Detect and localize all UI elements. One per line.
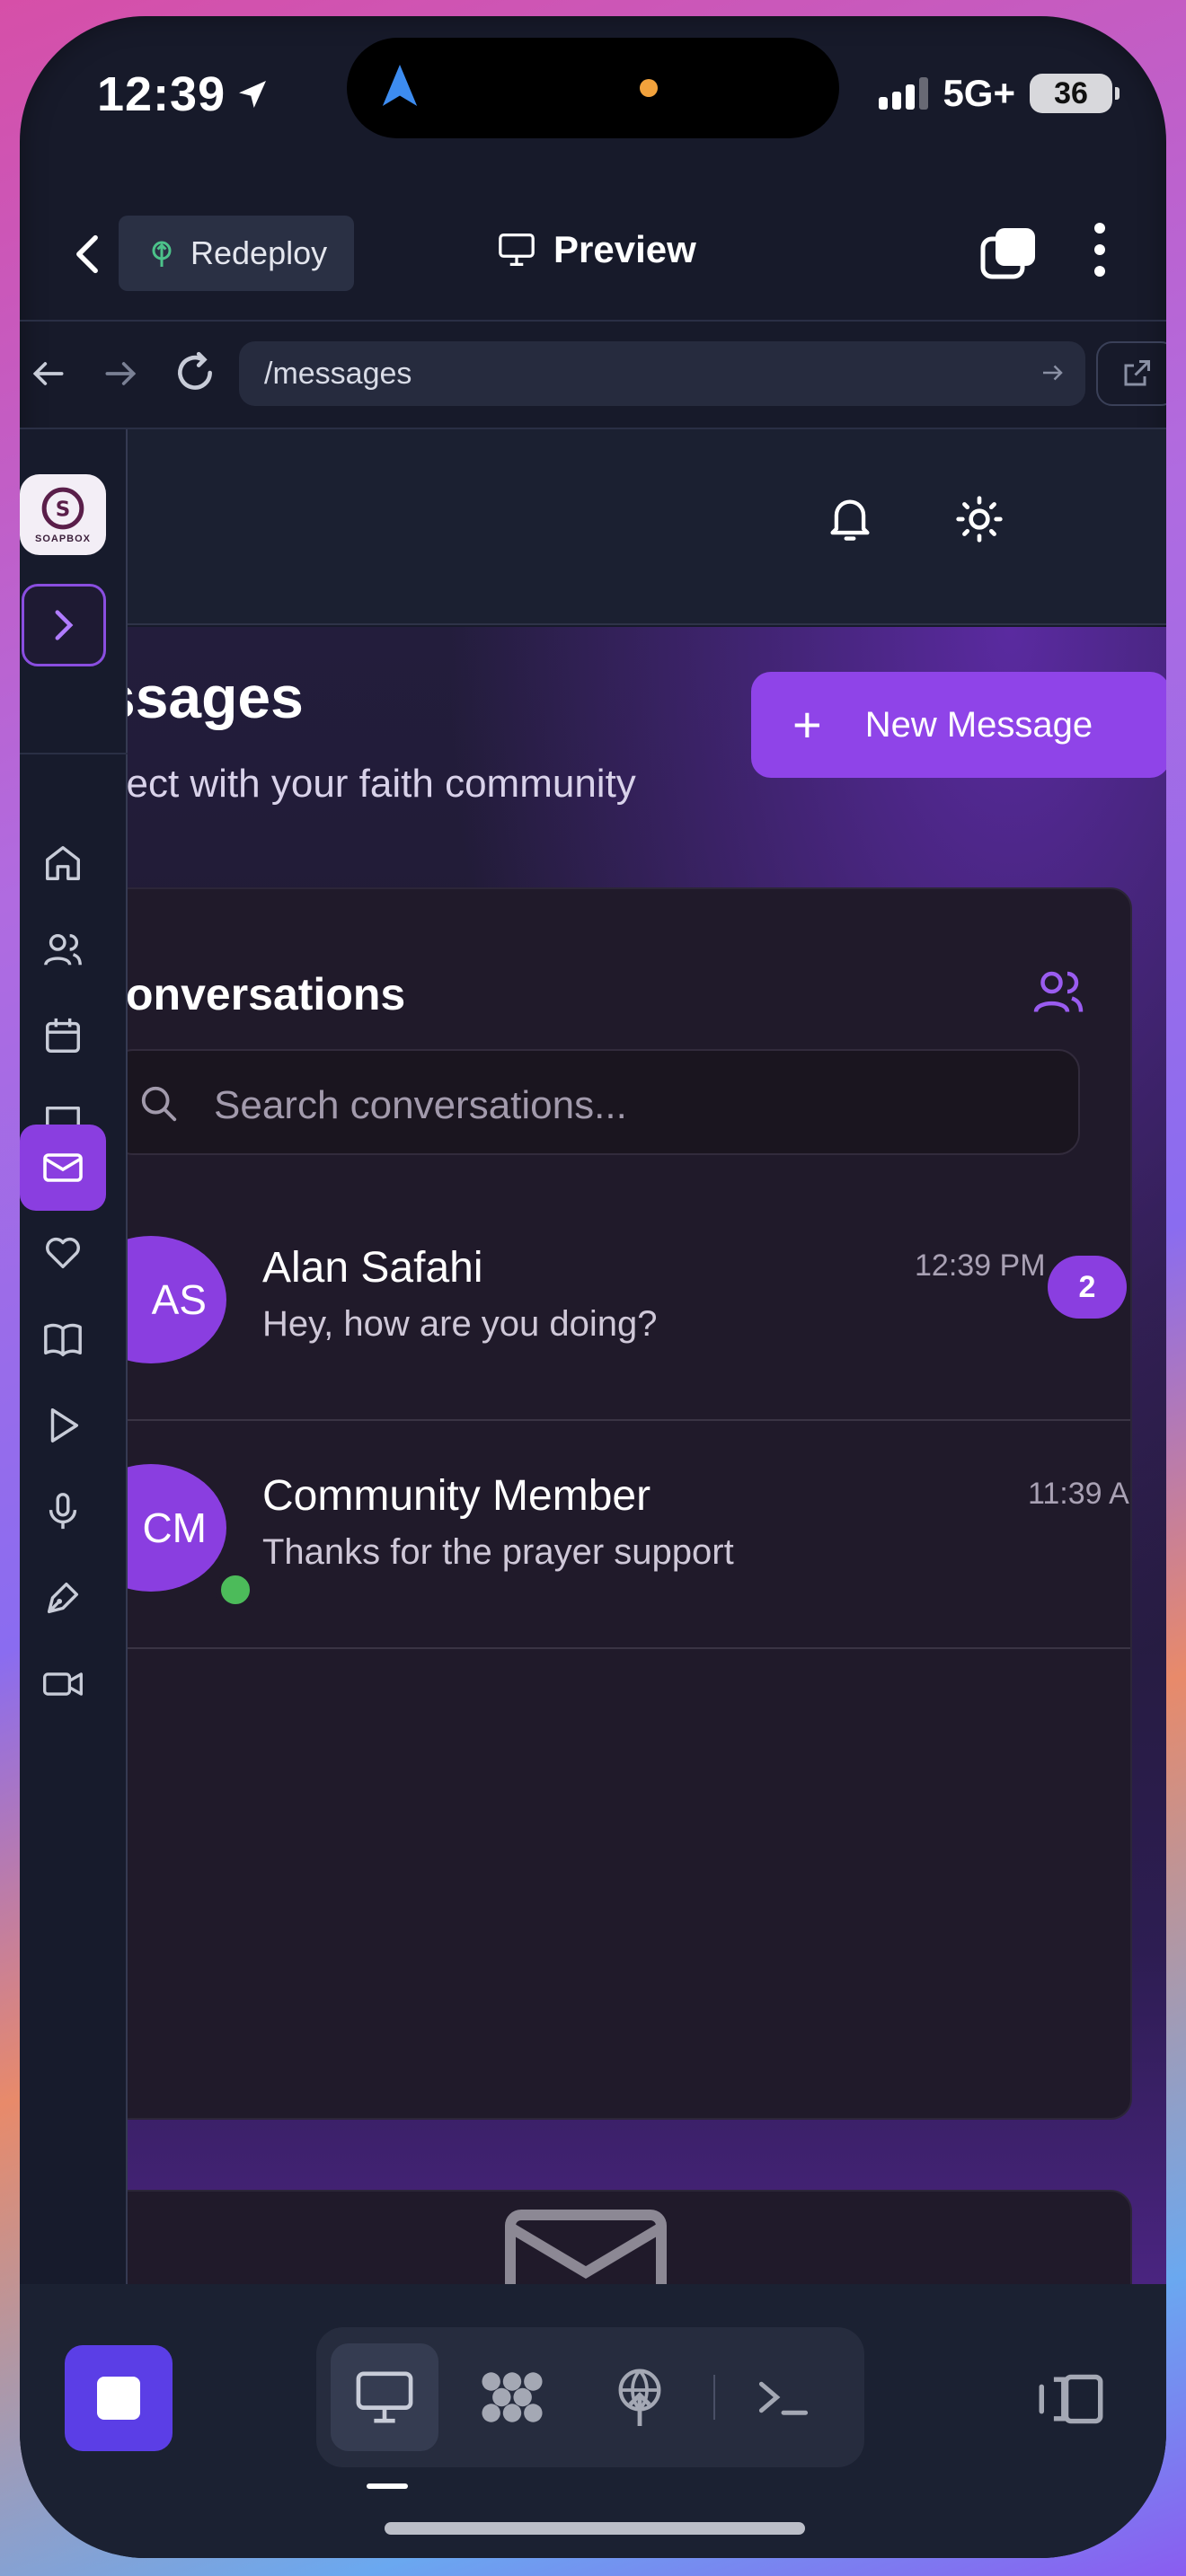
privacy-indicator: [640, 79, 658, 97]
conversation-row[interactable]: AS Alan Safahi Hey, how are you doing? 1…: [128, 1193, 1130, 1421]
url-field[interactable]: /messages: [239, 341, 1085, 406]
sidebar-divider: [20, 753, 128, 754]
bottom-toolbar: [20, 2284, 1166, 2558]
sidebar-item-home[interactable]: [20, 823, 106, 904]
status-right: 5G+ 36: [879, 72, 1120, 115]
terminal-view-button[interactable]: [730, 2343, 837, 2451]
search-icon: [141, 1086, 177, 1122]
app-header: [128, 429, 1166, 625]
online-status-indicator: [216, 1570, 255, 1610]
plus-icon: +: [792, 696, 822, 753]
conversations-title: onversations: [128, 969, 406, 1019]
arrow-right-icon[interactable]: [101, 354, 140, 393]
main-content: ssages nect with your faith community + …: [128, 627, 1166, 2284]
more-menu-icon[interactable]: [1094, 223, 1105, 277]
pen-icon: [47, 1582, 79, 1614]
calendar-icon: [46, 1018, 80, 1053]
heart-icon: [46, 1238, 80, 1269]
external-link-icon: [1124, 360, 1150, 386]
conversation-avatar: AS: [128, 1236, 226, 1363]
home-icon: [46, 846, 80, 880]
back-button[interactable]: [56, 223, 119, 286]
conversation-time: 11:39 AM: [1028, 1477, 1130, 1511]
arrow-left-icon[interactable]: [29, 354, 68, 393]
bell-icon[interactable]: [827, 494, 873, 544]
open-external-button[interactable]: [1096, 341, 1166, 406]
book-icon: [44, 1323, 82, 1356]
browser-topbar: Redeploy Preview: [20, 187, 1166, 322]
sidebar: S SOAPBOX: [20, 429, 128, 2284]
users-icon: [44, 933, 82, 966]
users-icon[interactable]: [1031, 966, 1085, 1017]
dynamic-island: [347, 38, 839, 138]
sun-icon[interactable]: [954, 494, 1005, 544]
conversation-name: Alan Safahi: [262, 1244, 483, 1292]
deploy-view-button[interactable]: [586, 2343, 694, 2451]
conversation-name: Community Member: [262, 1472, 651, 1520]
preview-view-button[interactable]: [331, 2343, 438, 2451]
sidebar-item-videos[interactable]: [20, 1385, 106, 1466]
tabs-icon[interactable]: [979, 226, 1037, 280]
panel-layout-icon[interactable]: [1035, 2372, 1107, 2426]
deploy-icon: [152, 241, 172, 267]
view-switcher: [316, 2327, 864, 2467]
conversation-time: 12:39 PM: [915, 1248, 1046, 1283]
sidebar-item-live[interactable]: [20, 1644, 106, 1725]
soapbox-logo[interactable]: S SOAPBOX: [20, 474, 106, 555]
preview-tab[interactable]: Preview: [496, 228, 696, 271]
sidebar-item-content-creation[interactable]: [20, 1557, 106, 1638]
url-bar: /messages: [20, 322, 1166, 429]
sidebar-item-bible[interactable]: [20, 1299, 106, 1380]
battery-icon: 36: [1030, 74, 1120, 113]
sidebar-item-events[interactable]: [20, 995, 106, 1076]
sidebar-item-podcasts[interactable]: [20, 1471, 106, 1552]
expand-sidebar-button[interactable]: [22, 584, 106, 666]
conversation-preview: Hey, how are you doing?: [262, 1304, 658, 1344]
location-arrow-icon: [239, 81, 267, 108]
unread-badge: 2: [1048, 1256, 1127, 1319]
new-message-button[interactable]: + New Message: [751, 672, 1166, 778]
navigation-arrow-icon: [382, 65, 418, 106]
terminal-icon: [758, 2381, 809, 2415]
signal-icon: [879, 77, 929, 110]
monitor-icon: [499, 234, 535, 266]
chevron-left-icon: [76, 234, 98, 274]
stop-button[interactable]: [65, 2345, 173, 2451]
video-icon: [43, 1672, 83, 1696]
agent-icon: [482, 2372, 543, 2422]
search-placeholder: Search conversations...: [214, 1083, 627, 1127]
stop-icon: [97, 2377, 140, 2420]
mail-icon: [505, 2210, 667, 2284]
conversation-preview: Thanks for the prayer support: [262, 1532, 734, 1572]
home-indicator[interactable]: [385, 2522, 805, 2535]
page-title: ssages: [128, 664, 304, 730]
globe-upload-icon: [618, 2369, 661, 2426]
svg-text:S: S: [56, 498, 71, 521]
page-subtitle: nect with your faith community: [128, 762, 636, 806]
active-tab-indicator: [367, 2483, 408, 2489]
sidebar-item-community[interactable]: [20, 909, 106, 990]
conversation-avatar: CM: [128, 1464, 226, 1592]
agent-view-button[interactable]: [458, 2343, 566, 2451]
mail-icon: [43, 1153, 83, 1182]
status-time: 12:39: [97, 66, 270, 122]
search-conversations-input[interactable]: Search conversations...: [128, 1049, 1080, 1155]
monitor-icon: [356, 2371, 413, 2423]
sidebar-item-messages[interactable]: [20, 1125, 106, 1211]
mic-icon: [49, 1493, 77, 1530]
reload-icon[interactable]: [173, 350, 217, 395]
phone-screen: 12:39 5G+ 36 Redeploy Preview /messages …: [20, 16, 1166, 2558]
network-label: 5G+: [943, 72, 1015, 114]
sidebar-item-prayer[interactable]: [20, 1213, 106, 1293]
play-icon: [50, 1408, 79, 1442]
go-arrow-icon[interactable]: [1039, 359, 1066, 386]
conversation-row[interactable]: CM Community Member Thanks for the praye…: [128, 1421, 1130, 1649]
redeploy-button[interactable]: Redeploy: [119, 216, 355, 291]
soapbox-logo-icon: S: [41, 487, 84, 529]
chevron-right-icon: [55, 610, 74, 640]
conversations-card: onversations Search conversations... AS …: [128, 887, 1132, 2120]
segment-divider: [713, 2375, 715, 2420]
empty-state-card: [128, 2190, 1132, 2284]
